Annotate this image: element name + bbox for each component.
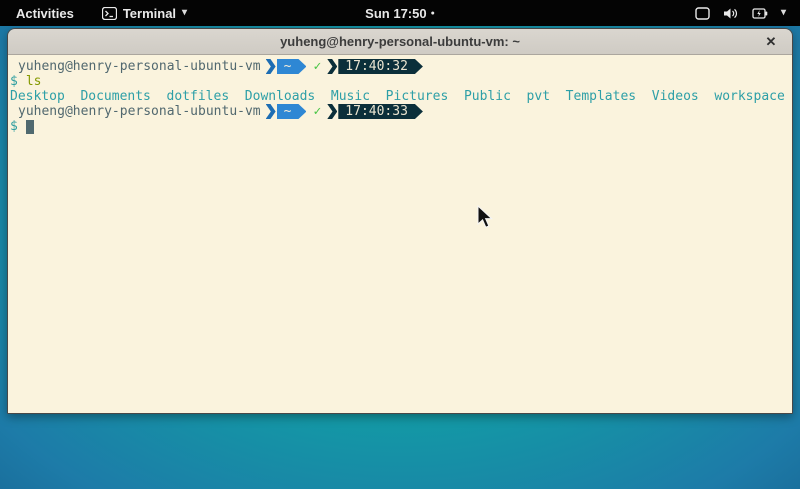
terminal-block-cursor xyxy=(26,120,34,134)
activities-label: Activities xyxy=(16,6,74,21)
window-titlebar[interactable]: yuheng@henry-personal-ubuntu-vm: ~ ✕ xyxy=(8,29,792,55)
display-icon xyxy=(695,7,710,20)
notification-dot-icon: ● xyxy=(431,10,435,17)
desktop-background: Activities Terminal ▾ Sun 17:50 ● xyxy=(0,0,800,489)
prompt-time-segment: 17:40:33 xyxy=(338,104,423,119)
terminal-window: yuheng@henry-personal-ubuntu-vm: ~ ✕ yuh… xyxy=(7,28,793,414)
directory-name: Downloads xyxy=(245,89,315,104)
chevron-down-icon: ▾ xyxy=(781,8,786,18)
close-button[interactable]: ✕ xyxy=(760,29,782,55)
terminal-icon xyxy=(102,7,117,20)
prompt-line-1: yuheng@henry-personal-ubuntu-vm ~ ✓ 17:4… xyxy=(10,59,790,74)
prompt-symbol: $ xyxy=(10,119,18,134)
system-status-area[interactable]: ▾ xyxy=(687,0,800,26)
window-title: yuheng@henry-personal-ubuntu-vm: ~ xyxy=(280,34,520,49)
clock-button[interactable]: Sun 17:50 ● xyxy=(359,0,441,26)
command-line: $ ls xyxy=(10,74,790,89)
current-input-line: $ xyxy=(10,119,790,134)
close-icon: ✕ xyxy=(766,34,777,50)
powerline-chevron-icon xyxy=(327,59,337,74)
directory-name: pvt xyxy=(527,89,550,104)
prompt-time-segment: 17:40:32 xyxy=(338,59,423,74)
directory-name: Documents xyxy=(80,89,150,104)
top-bar: Activities Terminal ▾ Sun 17:50 ● xyxy=(0,0,800,26)
typed-command: ls xyxy=(26,74,42,89)
prompt-cwd-segment: ~ xyxy=(277,59,307,74)
prompt-cwd-segment: ~ xyxy=(277,104,307,119)
directory-name: workspace xyxy=(714,89,784,104)
powerline-chevron-icon xyxy=(266,59,276,74)
clock-label: Sun 17:50 xyxy=(365,6,426,21)
directory-name: dotfiles xyxy=(167,89,230,104)
prompt-user-host: yuheng@henry-personal-ubuntu-vm xyxy=(18,104,261,119)
directory-name: Videos xyxy=(652,89,699,104)
volume-icon xyxy=(723,7,739,20)
directory-name: Desktop xyxy=(10,89,65,104)
chevron-down-icon: ▾ xyxy=(182,8,187,18)
directory-name: Music xyxy=(331,89,370,104)
prompt-user-host: yuheng@henry-personal-ubuntu-vm xyxy=(18,59,261,74)
app-menu-label: Terminal xyxy=(123,6,176,21)
prompt-status-check-icon: ✓ xyxy=(313,59,321,74)
directory-listing: Desktop Documents dotfiles Downloads Mus… xyxy=(10,89,790,104)
prompt-symbol: $ xyxy=(10,74,18,89)
prompt-line-2: yuheng@henry-personal-ubuntu-vm ~ ✓ 17:4… xyxy=(10,104,790,119)
powerline-chevron-icon xyxy=(327,104,337,119)
prompt-status-check-icon: ✓ xyxy=(313,104,321,119)
directory-name: Pictures xyxy=(386,89,449,104)
directory-name: Templates xyxy=(566,89,636,104)
activities-button[interactable]: Activities xyxy=(12,0,78,26)
battery-charging-icon xyxy=(752,7,768,20)
app-menu-terminal[interactable]: Terminal ▾ xyxy=(98,0,191,26)
powerline-chevron-icon xyxy=(266,104,276,119)
directory-name: Public xyxy=(464,89,511,104)
terminal-screen[interactable]: yuheng@henry-personal-ubuntu-vm ~ ✓ 17:4… xyxy=(8,55,792,413)
